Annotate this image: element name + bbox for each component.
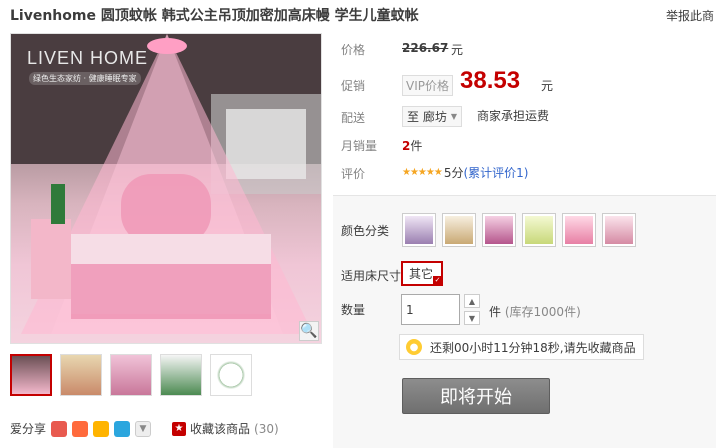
color-swatch-2[interactable] — [442, 213, 476, 247]
rating-score: 5分 — [443, 166, 464, 180]
main-product-image[interactable]: LIVEN HOME 绿色生态家纺 · 健康睡眠专家 🔍 — [10, 33, 322, 344]
rating: ★★★★★ 5分 (累计评价1) — [402, 164, 528, 181]
promo-price: 38.53 — [460, 67, 521, 94]
thumbnail-2[interactable] — [60, 354, 102, 396]
size-label: 适用床尺寸 — [341, 269, 402, 283]
size-option-selected[interactable]: 其它 ✓ — [401, 261, 444, 286]
price-currency: 元 — [451, 43, 464, 57]
weibo-share-icon[interactable] — [72, 420, 89, 437]
color-swatch-3[interactable] — [482, 213, 516, 247]
share-bar: 爱分享 ▼ — [10, 420, 152, 437]
favorite-count: (30) — [254, 421, 279, 436]
thumbnail-4[interactable] — [160, 354, 202, 396]
bookmark-icon: ★ — [172, 421, 186, 436]
zoom-icon[interactable]: 🔍 — [299, 321, 319, 341]
promo-currency: 元 — [541, 79, 554, 93]
stock-text: (库存1000件) — [504, 305, 581, 319]
renren-share-icon[interactable] — [51, 420, 68, 437]
vip-price-tag: VIP价格 — [402, 75, 453, 96]
color-swatch-1[interactable] — [402, 213, 436, 247]
location-select[interactable]: 至 廊坊 ▼ — [402, 106, 462, 127]
product-title: Livenhome 圆顶蚊帐 韩式公主吊顶加密加高床幔 学生儿童蚊帐 — [10, 8, 419, 24]
thumbnail-1[interactable] — [10, 354, 52, 396]
report-link[interactable]: 举报此商 — [666, 7, 714, 24]
share-label: 爱分享 — [10, 422, 47, 436]
thumbnail-5[interactable] — [210, 354, 252, 396]
monthly-sales-label: 月销量 — [341, 139, 378, 153]
countdown-notice: ● 还剩00小时11分钟18秒,请先收藏商品 — [399, 334, 644, 360]
price-label: 价格 — [341, 43, 366, 57]
shipping-note: 商家承担运费 — [477, 109, 550, 123]
qzone-share-icon[interactable] — [93, 420, 110, 437]
quantity-input[interactable]: 1 — [401, 294, 460, 325]
sales-unit: 件 — [410, 139, 423, 153]
review-label: 评价 — [341, 167, 366, 181]
increment-icon[interactable]: ▲ — [464, 294, 480, 308]
lightbulb-icon: ● — [406, 339, 422, 355]
decrement-icon[interactable]: ▼ — [464, 311, 480, 325]
quantity-unit: 件 (库存1000件) — [489, 303, 581, 320]
star-rating-icon: ★★★★★ — [402, 167, 443, 178]
location-value: 至 廊坊 — [407, 110, 447, 124]
monthly-sales-value: 2件 — [402, 137, 422, 154]
color-label: 颜色分类 — [341, 224, 390, 238]
color-swatch-6[interactable] — [602, 213, 636, 247]
favorite-button[interactable]: ★ 收藏该商品 (30) — [172, 420, 279, 437]
delivery-label: 配送 — [341, 111, 366, 125]
favorite-label: 收藏该商品 — [190, 422, 251, 436]
color-swatch-5[interactable] — [562, 213, 596, 247]
chevron-down-icon: ▼ — [450, 112, 457, 121]
chevron-down-icon[interactable]: ▼ — [135, 420, 152, 437]
coming-soon-button[interactable]: 即将开始 — [402, 378, 550, 414]
original-price: 226.67 — [402, 41, 449, 55]
qty-unit-text: 件 — [489, 305, 502, 319]
promo-label: 促销 — [341, 79, 366, 93]
tencent-share-icon[interactable] — [114, 420, 131, 437]
countdown-text: 还剩00小时11分钟18秒,请先收藏商品 — [430, 340, 636, 355]
thumbnail-3[interactable] — [110, 354, 152, 396]
brand-tagline: 绿色生态家纺 · 健康睡眠专家 — [29, 72, 141, 85]
brand-logo: LIVEN HOME — [27, 48, 149, 68]
review-count-link[interactable]: (累计评价1) — [463, 164, 528, 181]
size-option-text: 其它 — [409, 267, 434, 281]
quantity-label: 数量 — [341, 303, 366, 317]
check-icon: ✓ — [433, 276, 443, 285]
color-swatch-4[interactable] — [522, 213, 556, 247]
